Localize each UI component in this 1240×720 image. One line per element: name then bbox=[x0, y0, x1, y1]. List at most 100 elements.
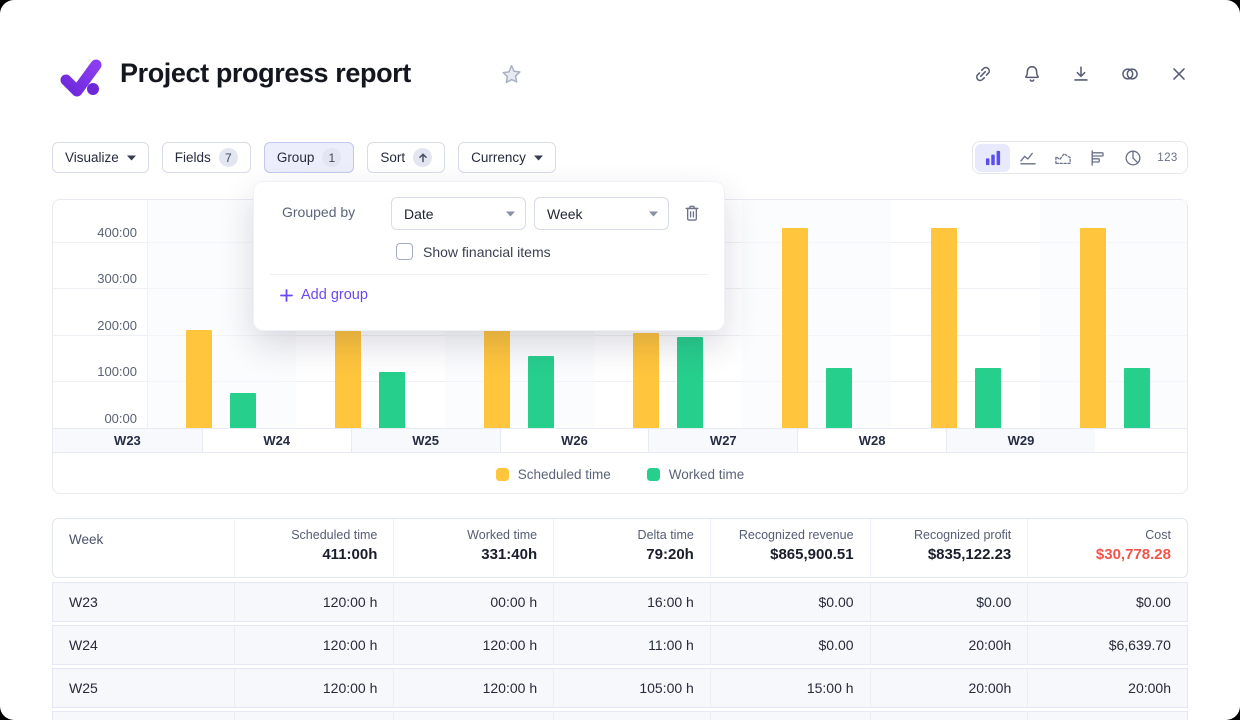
table-cell: $0.00 bbox=[710, 583, 870, 621]
table-cell: $6,639.70 bbox=[1027, 626, 1187, 664]
table-cell: W25 bbox=[53, 669, 234, 707]
y-axis-tick-label: 00:00 bbox=[53, 411, 137, 427]
table-row[interactable] bbox=[52, 711, 1188, 720]
legend-swatch bbox=[647, 468, 660, 481]
table-cell bbox=[1027, 712, 1187, 720]
column-header-scheduled-time[interactable]: Scheduled time 411:00h bbox=[234, 519, 394, 577]
bar-worked-time[interactable] bbox=[230, 393, 256, 428]
legend-item[interactable]: Scheduled time bbox=[496, 467, 611, 482]
horizontal-bar-chart-icon[interactable] bbox=[1080, 144, 1115, 172]
bar-scheduled-time[interactable] bbox=[186, 330, 212, 428]
table-cell bbox=[234, 712, 394, 720]
pie-chart-icon[interactable] bbox=[1115, 144, 1150, 172]
table-cell: 20:00h bbox=[1027, 669, 1187, 707]
bar-worked-time[interactable] bbox=[975, 368, 1001, 428]
grouped-by-label: Grouped by bbox=[282, 204, 355, 220]
x-axis-label: W23 bbox=[53, 429, 202, 452]
favorite-star-icon[interactable] bbox=[499, 62, 524, 87]
table-cell: 120:00 h bbox=[393, 669, 553, 707]
bar-scheduled-time[interactable] bbox=[782, 228, 808, 428]
bar-worked-time[interactable] bbox=[379, 372, 405, 428]
sort-button[interactable]: Sort bbox=[367, 142, 445, 173]
currency-button[interactable]: Currency bbox=[458, 142, 556, 173]
column-header-recognized-profit[interactable]: Recognized profit$835,122.23 bbox=[870, 519, 1028, 577]
group-field-select[interactable]: Date bbox=[391, 197, 526, 230]
y-axis-tick-label: 400:00 bbox=[53, 225, 137, 241]
sort-ascending-icon bbox=[413, 148, 432, 167]
toolbar: Visualize Fields 7 Group 1 Sort Currency bbox=[52, 142, 556, 173]
table-body: W23120:00 h00:00 h16:00 h$0.00$0.00$0.00… bbox=[52, 582, 1188, 720]
column-header-label: Cost bbox=[1145, 528, 1171, 542]
legend-item[interactable]: Worked time bbox=[647, 467, 745, 482]
column-header-label: Scheduled time bbox=[291, 528, 377, 542]
column-header-week[interactable]: Week bbox=[53, 519, 234, 577]
page-title: Project progress report bbox=[120, 58, 411, 89]
bar-scheduled-time[interactable] bbox=[931, 228, 957, 428]
table-cell: 120:00 h bbox=[234, 583, 394, 621]
fields-button[interactable]: Fields 7 bbox=[162, 142, 251, 173]
y-axis-tick-label: 200:00 bbox=[53, 318, 137, 334]
app-logo-icon bbox=[58, 53, 106, 101]
column-header-cost[interactable]: Cost $30,778.28 bbox=[1027, 519, 1187, 577]
x-axis-strip: W23W24W25W26W27W28W29 bbox=[53, 428, 1187, 452]
column-total: 411:00h bbox=[322, 546, 377, 563]
table-cell: 120:00 h bbox=[234, 626, 394, 664]
table-cell: 20:00h bbox=[870, 626, 1028, 664]
bar-scheduled-time[interactable] bbox=[484, 330, 510, 428]
table-row[interactable]: W25120:00 h120:00 h105:00 h15:00 h20:00h… bbox=[52, 668, 1188, 708]
bar-worked-time[interactable] bbox=[1124, 368, 1150, 428]
numbers-view-button[interactable]: 123 bbox=[1150, 144, 1185, 172]
table-row[interactable]: W23120:00 h00:00 h16:00 h$0.00$0.00$0.00 bbox=[52, 582, 1188, 622]
table-cell: $0.00 bbox=[710, 626, 870, 664]
column-total: $30,778.28 bbox=[1096, 546, 1171, 563]
bar-worked-time[interactable] bbox=[528, 356, 554, 428]
line-chart-icon[interactable] bbox=[1010, 144, 1045, 172]
bar-scheduled-time[interactable] bbox=[335, 330, 361, 428]
column-total: $835,122.23 bbox=[928, 546, 1011, 563]
plus-icon bbox=[280, 289, 293, 302]
table-cell: $0.00 bbox=[1027, 583, 1187, 621]
table-cell: $0.00 bbox=[870, 583, 1028, 621]
bar-scheduled-time[interactable] bbox=[633, 333, 659, 428]
table-row[interactable]: W24120:00 h120:00 h11:00 h$0.0020:00h$6,… bbox=[52, 625, 1188, 665]
table-cell: W24 bbox=[53, 626, 234, 664]
table-cell bbox=[870, 712, 1028, 720]
delete-group-icon[interactable] bbox=[682, 203, 702, 223]
group-interval-select[interactable]: Week bbox=[534, 197, 669, 230]
column-header-label: Worked time bbox=[467, 528, 537, 542]
group-popover: Grouped by Date Week Show financial item… bbox=[253, 181, 725, 331]
bar-worked-time[interactable] bbox=[826, 368, 852, 428]
x-axis-label: W24 bbox=[202, 429, 351, 452]
column-header-delta-time[interactable]: Delta time79:20h bbox=[553, 519, 710, 577]
merge-circles-icon[interactable] bbox=[1119, 63, 1141, 85]
group-button[interactable]: Group 1 bbox=[264, 142, 355, 173]
column-header-recognized-revenue[interactable]: Recognized revenue$865,900.51 bbox=[710, 519, 870, 577]
bar-chart-icon[interactable] bbox=[975, 144, 1010, 172]
legend-swatch bbox=[496, 468, 509, 481]
header-actions bbox=[972, 63, 1190, 85]
column-header-worked-time[interactable]: Worked time331:40h bbox=[393, 519, 553, 577]
table-header-row: Week Scheduled time 411:00h Worked time331:… bbox=[52, 518, 1188, 578]
close-icon[interactable] bbox=[1168, 63, 1190, 85]
add-group-label: Add group bbox=[301, 287, 368, 303]
download-icon[interactable] bbox=[1070, 63, 1092, 85]
fields-count-badge: 7 bbox=[219, 148, 238, 167]
bell-icon[interactable] bbox=[1021, 63, 1043, 85]
link-icon[interactable] bbox=[972, 63, 994, 85]
add-group-button[interactable]: Add group bbox=[280, 287, 368, 303]
bar-worked-time[interactable] bbox=[677, 337, 703, 428]
table-cell bbox=[393, 712, 553, 720]
y-axis-line bbox=[147, 200, 148, 452]
area-chart-icon[interactable] bbox=[1045, 144, 1080, 172]
x-axis-label: W25 bbox=[351, 429, 500, 452]
bar-scheduled-time[interactable] bbox=[1080, 228, 1106, 428]
table-cell bbox=[710, 712, 870, 720]
table-cell: 00:00 h bbox=[393, 583, 553, 621]
show-financial-items-checkbox[interactable] bbox=[396, 243, 413, 260]
table-cell: 11:00 h bbox=[553, 626, 710, 664]
chevron-down-icon bbox=[649, 211, 658, 217]
chart-view-switcher: 123 bbox=[972, 141, 1188, 174]
visualize-button-label: Visualize bbox=[65, 150, 119, 165]
visualize-button[interactable]: Visualize bbox=[52, 142, 149, 173]
x-axis-label: W28 bbox=[797, 429, 946, 452]
